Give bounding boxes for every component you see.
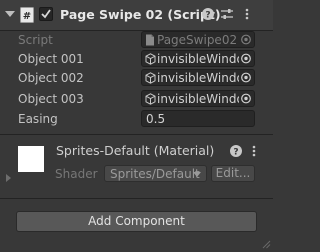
script-field: PageSwipe02 <box>141 31 255 48</box>
component-enabled-checkbox[interactable] <box>39 7 53 21</box>
kebab-menu-icon[interactable] <box>240 7 254 21</box>
object-picker-icon <box>239 32 253 47</box>
gameobject-icon <box>145 93 156 105</box>
object-002-label: Object 002 <box>18 71 84 85</box>
chevron-down-icon <box>193 172 201 177</box>
presets-icon[interactable] <box>220 7 234 21</box>
easing-label: Easing <box>18 112 58 126</box>
material-title: Sprites-Default (Material) <box>56 143 215 158</box>
object-picker-icon[interactable] <box>239 70 253 85</box>
material-foldout-icon[interactable] <box>6 174 11 182</box>
object-003-field[interactable]: invisibleWindow <box>141 90 255 107</box>
object-001-field[interactable]: invisibleWindow <box>141 50 255 67</box>
script-file-icon <box>146 34 154 46</box>
object-002-field[interactable]: invisibleWindow <box>141 69 255 86</box>
object-picker-icon[interactable] <box>239 51 253 66</box>
gameobject-icon <box>145 72 156 84</box>
checkmark-icon <box>41 9 51 19</box>
add-component-button[interactable]: Add Component <box>16 211 257 232</box>
component-title: Page Swipe 02 (Script) <box>60 7 221 22</box>
object-003-label: Object 003 <box>18 92 84 106</box>
svg-text:?: ? <box>233 148 238 158</box>
object-003-row: Object 003 invisibleWindow <box>0 89 273 109</box>
easing-input[interactable]: 0.5 <box>141 110 255 127</box>
gameobject-icon <box>145 53 156 65</box>
easing-row: Easing 0.5 <box>0 109 273 129</box>
shader-dropdown[interactable]: Sprites/Default <box>104 165 207 182</box>
help-icon[interactable]: ? <box>201 7 215 21</box>
svg-text:?: ? <box>205 11 210 21</box>
component-header: # Page Swipe 02 (Script) ? <box>0 0 273 31</box>
script-label: Script <box>18 33 53 47</box>
material-preview[interactable] <box>18 146 44 172</box>
help-icon[interactable]: ? <box>229 144 243 158</box>
easing-value: 0.5 <box>146 112 166 126</box>
script-icon: # <box>20 7 34 23</box>
divider <box>0 198 273 199</box>
shader-edit-button[interactable]: Edit... <box>211 165 255 182</box>
object-001-label: Object 001 <box>18 52 84 66</box>
script-row: Script PageSwipe02 <box>0 30 273 50</box>
object-001-row: Object 001 invisibleWindow <box>0 49 273 69</box>
svg-text:#: # <box>23 11 31 22</box>
object-picker-icon[interactable] <box>239 91 253 106</box>
object-002-row: Object 002 invisibleWindow <box>0 68 273 88</box>
shader-dropdown-value: Sprites/Default <box>110 167 200 181</box>
divider <box>0 134 273 135</box>
foldout-arrow-icon[interactable] <box>5 11 15 17</box>
resize-grip-icon[interactable] <box>262 240 271 249</box>
kebab-menu-icon[interactable] <box>247 144 261 158</box>
shader-label: Shader <box>55 167 98 181</box>
script-field-value: PageSwipe02 <box>157 33 238 47</box>
